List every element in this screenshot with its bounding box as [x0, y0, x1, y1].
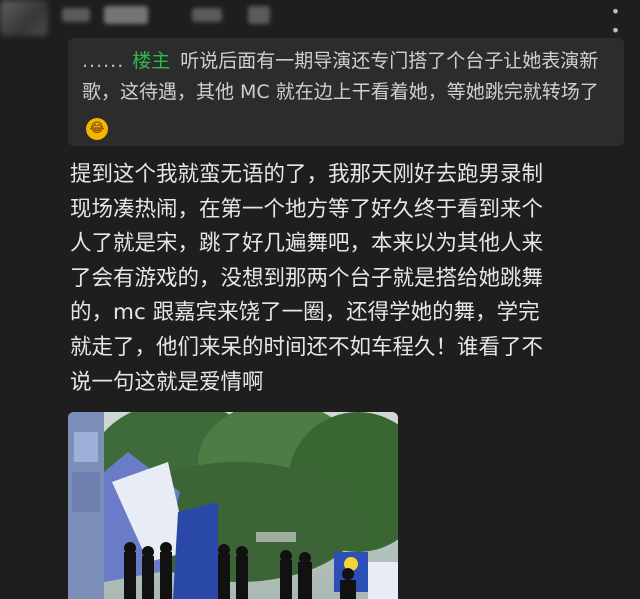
- avatar[interactable]: [0, 0, 48, 36]
- comment-line: 人了就是宋，跳了好几遍舞吧，本来以为其他人来: [70, 231, 544, 257]
- comment-line: 的，mc 跟嘉宾来饶了一圈，还得学她的舞，学完: [70, 300, 540, 326]
- quote-ellipsis: ......: [82, 50, 125, 72]
- comment-body: 提到这个我就蛮无语的了，我那天刚好去跑男录制 现场凑热闹，在第一个地方等了好久终…: [70, 158, 630, 400]
- photo-image: [68, 412, 398, 599]
- rolling-laughing-emoji-icon: 😂: [86, 118, 108, 140]
- comment-line: 就走了，他们来呆的时间还不如车程久！谁看了不: [70, 334, 544, 360]
- meta-blur: [192, 8, 222, 22]
- comment-card: • • • ......楼主听说后面有一期导演还专门搭了个台子让她表演新歌，这待…: [0, 0, 640, 599]
- comment-header: • • •: [0, 0, 640, 59]
- attached-photo[interactable]: [68, 412, 398, 599]
- quoted-reply[interactable]: ...... 楼主 听说后面有一期导演还专门搭了个台子让她表演新歌，这待遇，其他 M…: [68, 38, 624, 146]
- comment-line: 说一句这就是爱情啊: [70, 369, 264, 395]
- meta-blur: [248, 6, 270, 24]
- username-blur[interactable]: [62, 8, 90, 22]
- username-blur[interactable]: [104, 6, 148, 24]
- comment-line: 现场凑热闹，在第一个地方等了好久终于看到来个: [70, 196, 544, 222]
- more-options-icon[interactable]: • • •: [604, 2, 628, 59]
- op-badge: 楼主: [132, 50, 171, 72]
- comment-line: 了会有游戏的，没想到那两个台子就是搭给她跳舞: [70, 265, 544, 291]
- comment-line: 提到这个我就蛮无语的了，我那天刚好去跑男录制: [70, 162, 544, 187]
